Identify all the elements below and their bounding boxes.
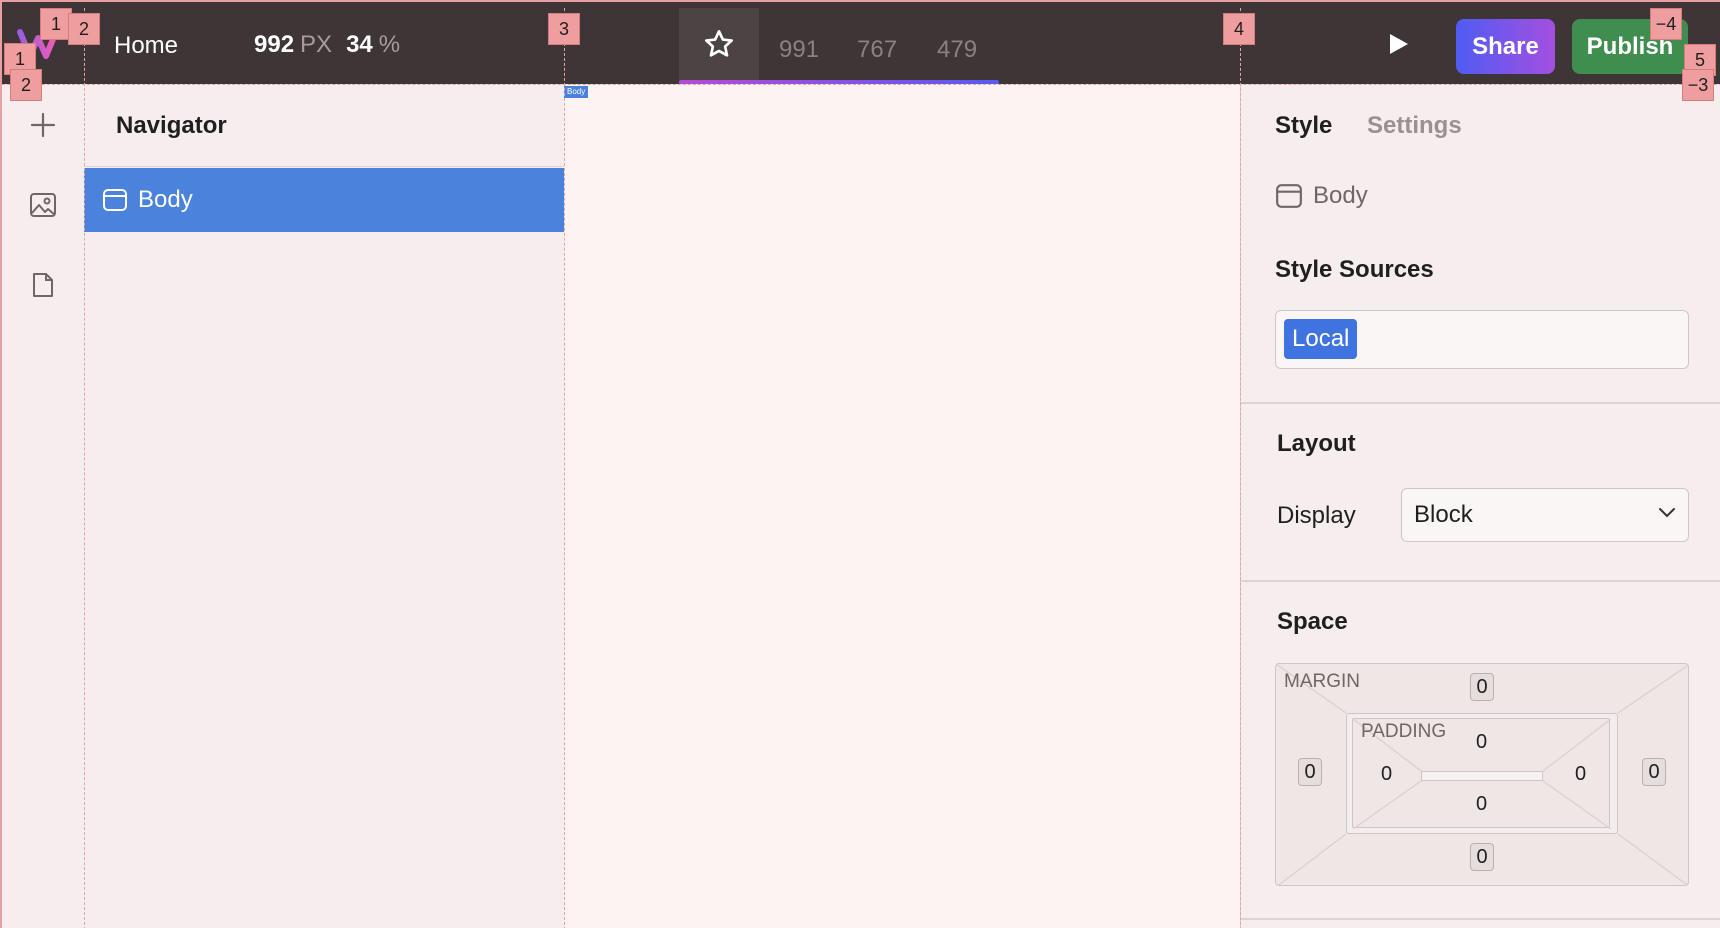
padding-left-value[interactable]: 0 [1381,763,1392,786]
body-element-icon [103,189,127,211]
padding-inner: PADDING 0 0 0 0 [1352,718,1611,829]
guide-marker: 4 [1223,13,1255,45]
padding-box: PADDING 0 0 0 0 [1346,713,1618,834]
horizontal-guide [2,84,1720,85]
assets-button[interactable] [26,188,60,222]
add-component-button[interactable] [26,108,60,142]
star-icon [705,30,733,57]
display-select[interactable]: Block [1401,488,1689,542]
padding-top-value[interactable]: 0 [1476,731,1487,754]
spacing-control: MARGIN 0 0 0 0 PADDING 0 0 0 0 [1275,663,1689,886]
zoom-value: 34 [346,31,373,58]
selected-element-label: Body [1275,182,1368,210]
style-source-chip-local[interactable]: Local [1284,319,1358,359]
image-icon [30,193,56,217]
preview-play-icon[interactable] [1388,32,1410,56]
pages-button[interactable] [26,268,60,302]
tab-style[interactable]: Style [1275,112,1332,140]
plus-icon [30,112,56,138]
breakpoint-base-button[interactable] [679,8,759,80]
style-panel: Style Settings Body Style Sources Local … [1240,84,1720,928]
navigator-panel: Navigator Body [84,84,564,928]
guide-marker: 2 [10,69,42,101]
margin-label: MARGIN [1284,671,1360,692]
guide-marker: 2 [68,13,100,45]
divider [1241,580,1720,582]
chevron-down-icon [1659,508,1675,518]
vertical-guide [1240,8,1241,928]
margin-bottom-value[interactable]: 0 [1470,843,1494,871]
divider [84,166,564,167]
canvas-size-readout[interactable]: 992 PX 34% [254,31,414,59]
layout-section-title[interactable]: Layout [1277,430,1356,458]
divider [1241,402,1720,404]
margin-left-value[interactable]: 0 [1298,758,1322,786]
vertical-guide [564,8,565,928]
space-section-title[interactable]: Space [1277,608,1348,636]
page-name[interactable]: Home [114,32,178,60]
navigator-item-label: Body [138,186,193,213]
margin-right-value[interactable]: 0 [1642,758,1666,786]
share-button[interactable]: Share [1456,19,1555,74]
body-element-icon [1276,184,1302,208]
padding-right-value[interactable]: 0 [1575,763,1586,786]
display-label: Display [1277,502,1356,529]
design-canvas[interactable]: Body [564,84,1240,928]
vertical-guide [84,8,85,928]
app-window: Home 992 PX 34% 991 767 479 Share Publish [0,0,1720,928]
zoom-unit: % [378,31,401,58]
style-sources-title: Style Sources [1275,256,1434,283]
guide-marker: −4 [1650,8,1682,40]
guide-marker: −3 [1682,69,1714,101]
breakpoint-991-button[interactable]: 991 [779,36,819,64]
breakpoint-767-button[interactable]: 767 [857,36,897,64]
navigator-item-body[interactable]: Body [84,168,564,232]
guide-marker: 3 [548,13,580,45]
display-select-value: Block [1414,501,1473,528]
breakpoint-bar: 991 767 479 [679,8,999,85]
content-box [1421,771,1543,781]
selected-element-tag[interactable]: Body [564,86,589,98]
style-sources-input[interactable]: Local [1275,310,1689,369]
navigator-title: Navigator [116,112,227,139]
top-toolbar: Home 992 PX 34% 991 767 479 Share Publish [2,2,1720,85]
page-icon [33,273,53,297]
canvas-width-unit: PX [300,31,333,58]
divider [1241,918,1720,920]
margin-top-value[interactable]: 0 [1470,673,1494,701]
tab-settings[interactable]: Settings [1367,112,1462,140]
selected-element-name: Body [1313,182,1368,209]
left-sidebar-rail [2,84,84,928]
canvas-width-value: 992 [254,31,295,58]
padding-bottom-value[interactable]: 0 [1476,793,1487,816]
breakpoint-479-button[interactable]: 479 [937,36,977,64]
padding-label: PADDING [1361,721,1447,742]
